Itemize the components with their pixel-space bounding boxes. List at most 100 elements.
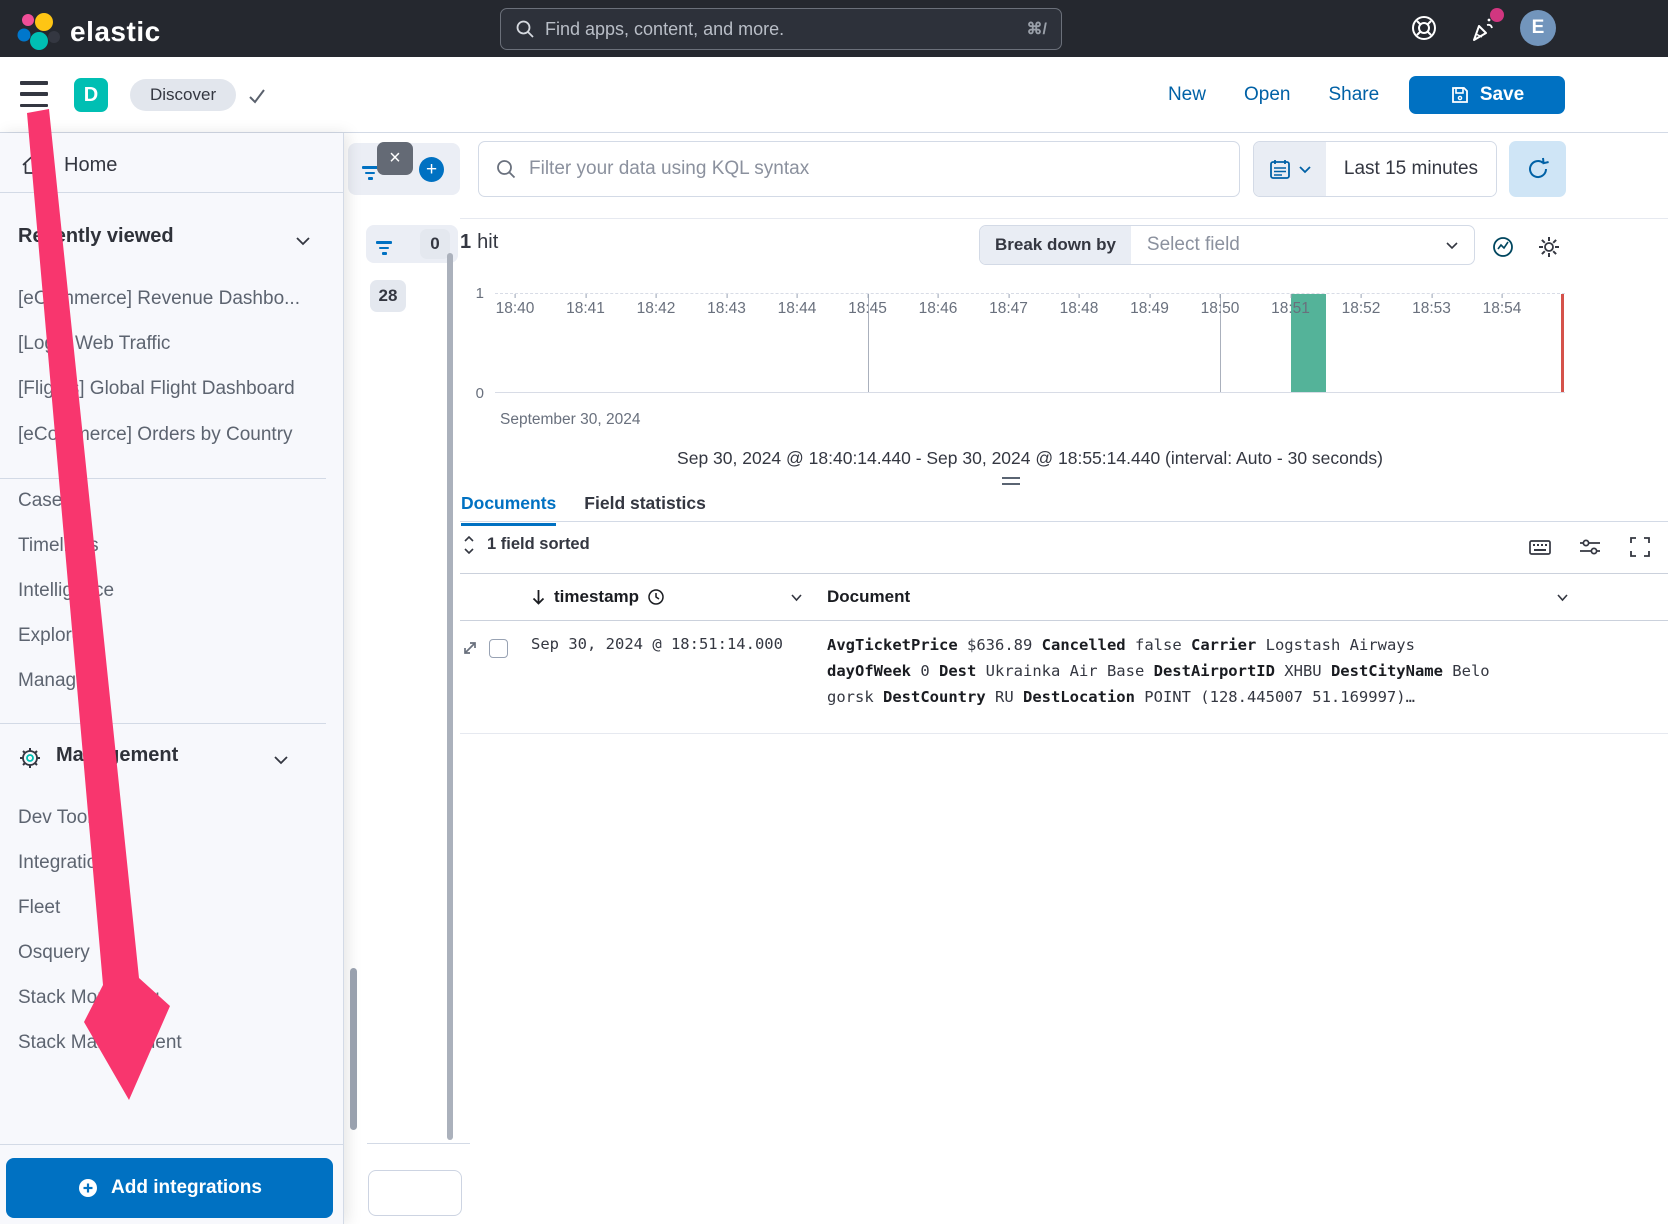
divider bbox=[0, 723, 326, 724]
nav-item-home[interactable]: Home bbox=[0, 140, 344, 190]
field-filter-count-control[interactable]: 0 bbox=[366, 225, 458, 263]
histogram-plot[interactable]: 18:4018:4118:4218:4318:4418:4518:4618:47… bbox=[495, 293, 1565, 393]
kql-query-input[interactable]: Filter your data using KQL syntax bbox=[478, 141, 1240, 197]
nav-item-osquery[interactable]: Osquery bbox=[18, 942, 90, 968]
new-button[interactable]: New bbox=[1168, 84, 1206, 106]
x-axis-tick: 18:43 bbox=[707, 300, 746, 318]
brand-wordmark: elastic bbox=[70, 16, 161, 48]
nav-item-stack-management[interactable]: Stack Management bbox=[18, 1032, 182, 1058]
notification-dot bbox=[1490, 8, 1504, 22]
chevron-down-icon[interactable] bbox=[293, 231, 313, 251]
fullscreen-icon[interactable] bbox=[1628, 535, 1652, 559]
refresh-icon bbox=[1525, 156, 1551, 182]
filter-icon[interactable] bbox=[362, 166, 378, 180]
recent-item[interactable]: [Flights] Global Flight Dashboard bbox=[18, 378, 295, 404]
open-button[interactable]: Open bbox=[1244, 84, 1290, 106]
x-axis-tick: 18:42 bbox=[637, 300, 676, 318]
add-field-button[interactable]: + bbox=[419, 157, 444, 182]
timestamp-column-header[interactable]: timestamp bbox=[531, 574, 665, 620]
nav-item-fleet[interactable]: Fleet bbox=[18, 897, 60, 923]
global-header: elastic Find apps, content, and more. ⌘/… bbox=[0, 0, 1668, 57]
sorted-fields-control[interactable]: 1 field sorted bbox=[461, 535, 590, 554]
space-badge[interactable]: D bbox=[74, 78, 108, 112]
elastic-logo[interactable]: elastic bbox=[14, 9, 161, 55]
expand-document-icon[interactable] bbox=[461, 639, 479, 657]
recent-item[interactable]: [Logs] Web Traffic bbox=[18, 333, 170, 359]
checkmark-icon bbox=[246, 85, 268, 107]
nav-scrollbar[interactable] bbox=[350, 968, 357, 1130]
nav-item-explore[interactable]: Explore bbox=[18, 625, 82, 651]
grid-display-icons bbox=[1528, 535, 1652, 559]
x-axis-tick: 18:49 bbox=[1130, 300, 1169, 318]
app-toolbar: D Discover New Open Share Alerts Inspect… bbox=[0, 57, 1668, 133]
management-header[interactable]: Management bbox=[56, 744, 178, 767]
recently-viewed-header[interactable]: Recently viewed bbox=[18, 225, 174, 248]
gear-icon[interactable] bbox=[1537, 235, 1561, 259]
document-header-label: Document bbox=[827, 587, 910, 607]
search-icon bbox=[515, 19, 535, 39]
help-icon[interactable] bbox=[1408, 12, 1440, 44]
save-button[interactable]: Save bbox=[1409, 76, 1565, 114]
chevron-down-icon bbox=[1444, 237, 1460, 253]
recent-item[interactable]: [eCommerce] Revenue Dashbo... bbox=[18, 288, 300, 314]
chart-options-icon[interactable] bbox=[1491, 235, 1515, 259]
y-axis-tick-max: 1 bbox=[462, 285, 484, 302]
hits-count: 1hit bbox=[460, 231, 498, 254]
menu-hamburger-icon[interactable] bbox=[20, 81, 48, 107]
x-axis-tick: 18:45 bbox=[848, 300, 887, 318]
x-axis-tick: 18:41 bbox=[566, 300, 605, 318]
breakdown-select[interactable]: Break down by Select field bbox=[979, 225, 1475, 265]
nav-item-dev-tools[interactable]: Dev Tools bbox=[18, 807, 101, 833]
search-shortcut-hint: ⌘/ bbox=[1027, 19, 1047, 39]
close-tooltip-button[interactable]: × bbox=[377, 142, 413, 175]
breakdown-label: Break down by bbox=[980, 226, 1131, 264]
field-count-badge: 28 bbox=[370, 280, 406, 312]
home-label: Home bbox=[64, 154, 117, 177]
time-range-value[interactable]: Last 15 minutes bbox=[1326, 142, 1496, 196]
nav-item-stack-monitoring[interactable]: Stack Monitoring bbox=[18, 987, 160, 1013]
global-search-input[interactable]: Find apps, content, and more. ⌘/ bbox=[500, 8, 1062, 50]
row-checkbox[interactable] bbox=[489, 639, 508, 658]
add-integrations-button[interactable]: Add integrations bbox=[6, 1158, 333, 1218]
nav-item-cases[interactable]: Cases bbox=[18, 490, 72, 516]
chevron-down-icon[interactable] bbox=[789, 590, 804, 605]
calendar-dropdown-button[interactable] bbox=[1254, 142, 1326, 196]
breadcrumb[interactable]: Discover bbox=[130, 79, 236, 111]
row-height-settings-icon[interactable] bbox=[1578, 535, 1602, 559]
chevron-down-icon[interactable] bbox=[1555, 590, 1570, 605]
share-button[interactable]: Share bbox=[1328, 84, 1379, 106]
user-avatar[interactable]: E bbox=[1520, 10, 1556, 46]
nav-item-timelines[interactable]: Timelines bbox=[18, 535, 99, 561]
field-list-panel: × + 0 28 bbox=[344, 133, 460, 1224]
x-axis-tick: 18:47 bbox=[989, 300, 1028, 318]
nav-item-integrations[interactable]: Integrations bbox=[18, 852, 117, 878]
sort-arrows-icon bbox=[461, 536, 477, 554]
document-line: gorsk DestCountry RU DestLocation POINT … bbox=[827, 684, 1490, 710]
nav-flyout: Home Recently viewed [eCommerce] Revenue… bbox=[0, 133, 344, 1224]
chevron-down-icon bbox=[1298, 162, 1312, 176]
divider bbox=[0, 192, 344, 193]
field-list-scrollbar[interactable] bbox=[447, 253, 453, 1140]
add-integrations-label: Add integrations bbox=[111, 1177, 262, 1199]
x-axis-tick: 18:51 bbox=[1271, 300, 1310, 318]
x-axis-tick: 18:48 bbox=[1060, 300, 1099, 318]
display-density-icon[interactable] bbox=[1528, 535, 1552, 559]
clock-icon bbox=[647, 588, 665, 606]
divider bbox=[367, 1143, 470, 1144]
chart-time-range-caption: Sep 30, 2024 @ 18:40:14.440 - Sep 30, 20… bbox=[495, 448, 1565, 469]
time-range-picker: Last 15 minutes bbox=[1253, 141, 1497, 197]
nav-item-manage[interactable]: Manage bbox=[18, 670, 87, 696]
user-initial: E bbox=[1532, 17, 1545, 39]
hits-number: 1 bbox=[460, 231, 471, 253]
document-cell: AvgTicketPrice $636.89 Cancelled false C… bbox=[827, 632, 1490, 710]
chevron-down-icon[interactable] bbox=[271, 750, 291, 770]
nav-item-intelligence[interactable]: Intelligence bbox=[18, 580, 114, 606]
field-search-input[interactable] bbox=[368, 1170, 462, 1216]
document-column-header[interactable]: Document bbox=[827, 574, 910, 620]
recent-item[interactable]: [eCommerce] Orders by Country bbox=[18, 424, 293, 450]
x-axis-tick: 18:54 bbox=[1483, 300, 1522, 318]
refresh-button[interactable] bbox=[1509, 141, 1566, 197]
chart-resize-handle[interactable] bbox=[1002, 477, 1020, 485]
table-row[interactable]: Sep 30, 2024 @ 18:51:14.000 AvgTicketPri… bbox=[447, 621, 1668, 734]
document-line: AvgTicketPrice $636.89 Cancelled false C… bbox=[827, 632, 1490, 658]
